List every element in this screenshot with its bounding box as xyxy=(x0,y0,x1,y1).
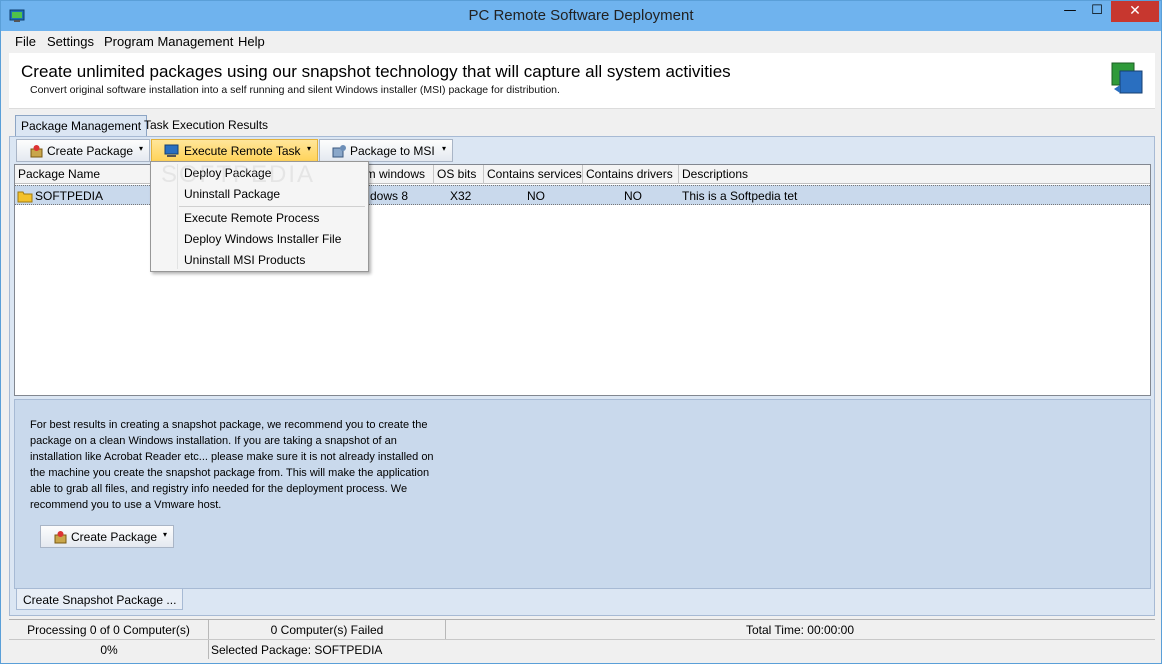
row-package-name: SOFTPEDIA xyxy=(35,189,104,203)
close-button[interactable]: ✕ xyxy=(1111,1,1159,22)
create-package-icon xyxy=(30,145,43,158)
menu-help[interactable]: Help xyxy=(238,34,265,49)
chevron-down-icon: ▾ xyxy=(162,530,167,539)
chevron-down-icon: ▾ xyxy=(138,144,143,153)
snapshot-advice-text: For best results in creating a snapshot … xyxy=(30,419,434,511)
chevron-down-icon: ▾ xyxy=(306,144,311,153)
window-title: PC Remote Software Deployment xyxy=(468,7,694,24)
menu-item-deploy-windows-installer-file[interactable]: Deploy Windows Installer File xyxy=(184,232,341,246)
header-subline: Convert original software installation i… xyxy=(30,84,560,96)
execute-remote-task-label: Execute Remote Task xyxy=(184,144,301,158)
create-package-button[interactable]: Create Package ▾ xyxy=(16,139,150,162)
package-folder-icon xyxy=(17,191,33,203)
lower-create-package-label: Create Package xyxy=(71,530,158,544)
column-os-bits[interactable]: OS bits xyxy=(434,165,484,184)
computer-icon xyxy=(164,144,179,157)
status-selected-package: Selected Package: SOFTPEDIA xyxy=(211,643,383,657)
menu-item-uninstall-package[interactable]: Uninstall Package xyxy=(184,187,280,201)
watermark: SOFTPEDIA xyxy=(161,161,316,188)
menu-item-uninstall-msi-products[interactable]: Uninstall MSI Products xyxy=(184,253,305,267)
column-descriptions[interactable]: Descriptions xyxy=(679,165,1150,184)
maximize-button[interactable]: ☐ xyxy=(1083,1,1111,22)
column-contains-services[interactable]: Contains services xyxy=(484,165,583,184)
lower-create-package-button[interactable]: Create Package ▾ xyxy=(40,525,174,548)
main-tabs: Package Management Task Execution Result… xyxy=(9,111,1155,137)
menu-file[interactable]: File xyxy=(15,34,36,49)
tab-task-execution-results[interactable]: Task Execution Results xyxy=(139,115,273,137)
status-processing: Processing 0 of 0 Computer(s) xyxy=(9,620,209,639)
msi-package-icon xyxy=(332,145,346,158)
menu-bar: File Settings Program Management Help xyxy=(9,31,1155,53)
row-contains-services: NO xyxy=(527,189,545,203)
title-bar[interactable]: PC Remote Software Deployment — ☐ ✕ xyxy=(1,1,1161,31)
menu-settings[interactable]: Settings xyxy=(47,34,94,49)
create-package-icon xyxy=(54,531,67,544)
status-failed: 0 Computer(s) Failed xyxy=(209,620,446,639)
tab-package-management[interactable]: Package Management xyxy=(15,115,148,137)
menu-separator xyxy=(179,206,365,207)
status-bar: Processing 0 of 0 Computer(s) 0 Computer… xyxy=(9,619,1155,639)
status-bar-secondary: 0% Selected Package: SOFTPEDIA xyxy=(9,639,1155,659)
deployment-logo-icon xyxy=(1111,62,1143,94)
snapshot-panel: For best results in creating a snapshot … xyxy=(14,399,1151,589)
progress-bar: 0% xyxy=(9,640,209,659)
menu-program-management[interactable]: Program Management xyxy=(104,34,233,49)
minimize-button[interactable]: — xyxy=(1056,1,1084,22)
row-description: This is a Softpedia tet xyxy=(682,189,798,203)
progress-percent: 0% xyxy=(100,643,118,657)
toolbar: Create Package ▾ Execute Remote Task ▾ P… xyxy=(14,139,1150,163)
package-to-msi-button[interactable]: Package to MSI ▾ xyxy=(319,139,453,162)
app-window: PC Remote Software Deployment — ☐ ✕ File… xyxy=(0,0,1162,664)
row-os-bits: X32 xyxy=(450,189,472,203)
menu-item-execute-remote-process[interactable]: Execute Remote Process xyxy=(184,211,319,225)
tab-create-snapshot-package[interactable]: Create Snapshot Package ... xyxy=(16,588,184,610)
header-banner: Create unlimited packages using our snap… xyxy=(9,53,1155,109)
column-contains-drivers[interactable]: Contains drivers xyxy=(583,165,679,184)
row-contains-drivers: NO xyxy=(624,189,642,203)
chevron-down-icon: ▾ xyxy=(441,144,446,153)
execute-remote-task-button[interactable]: Execute Remote Task ▾ xyxy=(151,139,318,162)
create-package-label: Create Package xyxy=(47,144,134,158)
status-total-time: Total Time: 00:00:00 xyxy=(745,623,855,637)
row-windows: dows 8 xyxy=(370,189,409,203)
package-to-msi-label: Package to MSI xyxy=(350,144,435,158)
header-headline: Create unlimited packages using our snap… xyxy=(21,62,731,81)
